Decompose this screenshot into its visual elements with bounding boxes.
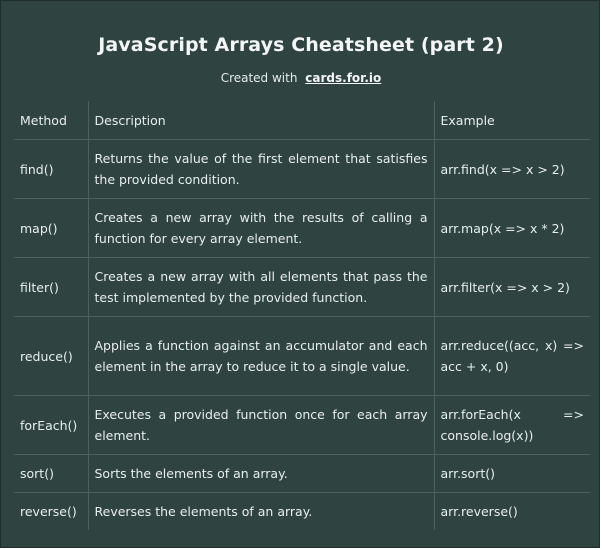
description-cell: Reverses the elements of an array. (88, 492, 435, 530)
description-cell: Returns the value of the first element t… (88, 139, 435, 199)
example-cell: arr.find(x => x > 2) (434, 139, 590, 199)
cheatsheet-table: Method Description Example find() Return… (14, 101, 590, 530)
column-header-description: Description (88, 101, 435, 140)
subtitle-prefix: Created with (220, 71, 298, 85)
example-cell: arr.reverse() (440, 504, 518, 519)
method-cell: forEach() (14, 395, 89, 455)
example-cell: arr.reduce((acc, x) => acc + x, 0) (434, 316, 590, 396)
table-row: reverse() Reverses the elements of an ar… (14, 492, 590, 530)
table-row: forEach() Executes a provided function o… (14, 395, 590, 455)
table-row: map() Creates a new array with the resul… (14, 198, 590, 258)
column-header-method: Method (14, 101, 89, 140)
description-cell: Creates a new array with all elements th… (88, 257, 435, 317)
subtitle: Created with cards.for.io (1, 71, 601, 85)
table-row: reduce() Applies a function against an a… (14, 316, 590, 396)
column-header-example: Example (434, 101, 590, 140)
method-cell: reverse() (14, 492, 89, 530)
method-cell: reduce() (14, 316, 89, 396)
cheatsheet-card: JavaScript Arrays Cheatsheet (part 2) Cr… (0, 0, 600, 548)
table-row: find() Returns the value of the first el… (14, 139, 590, 199)
table-row: filter() Creates a new array with all el… (14, 257, 590, 317)
method-cell: find() (14, 139, 89, 199)
example-cell: arr.filter(x => x > 2) (434, 257, 590, 317)
description-cell: Sorts the elements of an array. (88, 454, 435, 493)
page-title: JavaScript Arrays Cheatsheet (part 2) (98, 34, 504, 56)
cards-for-io-link[interactable]: cards.for.io (305, 71, 381, 85)
method-cell: map() (14, 198, 89, 258)
description-cell: Creates a new array with the results of … (88, 198, 435, 258)
description-cell: Applies a function against an accumulato… (88, 316, 435, 396)
example-cell: arr.forEach(x => console.log(x)) (434, 395, 590, 455)
method-cell: sort() (14, 454, 89, 493)
example-cell: arr.sort() (434, 454, 590, 493)
table-header-row: Method Description Example (14, 101, 590, 140)
method-cell: filter() (14, 257, 89, 317)
table-row: sort() Sorts the elements of an array. a… (14, 454, 590, 493)
description-cell: Executes a provided function once for ea… (88, 395, 435, 455)
example-cell: arr.map(x => x * 2) (434, 198, 590, 258)
